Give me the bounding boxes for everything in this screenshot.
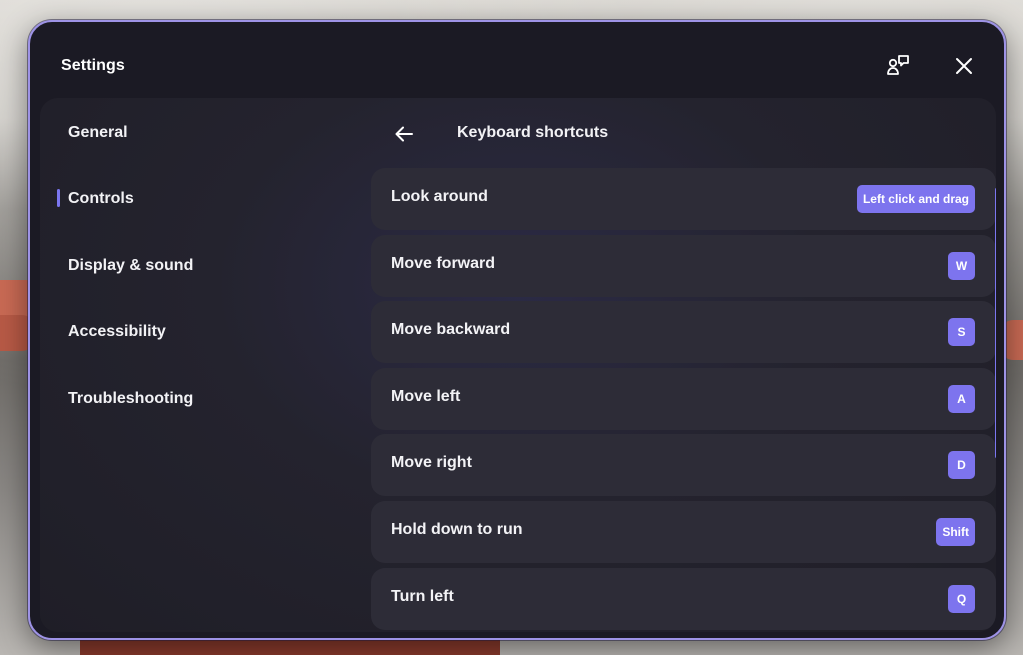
window-title: Settings	[61, 57, 125, 74]
sidebar-item-general[interactable]: General	[68, 121, 128, 145]
settings-window: Settings General Controls Display & soun…	[28, 20, 1006, 640]
scrollbar[interactable]	[995, 188, 996, 458]
shortcut-action: Hold down to run	[391, 521, 523, 538]
shortcut-row-run: Hold down to run Shift	[371, 501, 996, 563]
shortcut-action: Look around	[391, 188, 488, 205]
sidebar-item-accessibility[interactable]: Accessibility	[68, 320, 166, 344]
panel-title: Keyboard shortcuts	[457, 124, 609, 141]
shortcut-row-move-right: Move right D	[371, 434, 996, 496]
selected-indicator	[57, 189, 60, 207]
shortcut-key: Q	[948, 585, 975, 613]
panel-header: Keyboard shortcuts	[371, 116, 996, 152]
shortcut-action: Move backward	[391, 321, 511, 338]
feedback-icon	[887, 55, 909, 75]
close-button[interactable]	[948, 50, 980, 82]
shortcut-row-move-backward: Move backward S	[371, 301, 996, 363]
sidebar-item-troubleshooting[interactable]: Troubleshooting	[68, 387, 193, 411]
shortcut-key: D	[948, 451, 975, 479]
shortcut-key: A	[948, 385, 975, 413]
shortcut-row-turn-left: Turn left Q	[371, 568, 996, 630]
sidebar-item-display-sound[interactable]: Display & sound	[68, 254, 193, 278]
close-icon	[956, 58, 972, 74]
shortcut-key: Shift	[936, 518, 975, 546]
back-button[interactable]	[388, 118, 420, 150]
settings-sidebar: General Controls Display & sound Accessi…	[40, 98, 360, 632]
shortcut-key: W	[948, 252, 975, 280]
shortcut-action: Move left	[391, 388, 461, 405]
settings-content: General Controls Display & sound Accessi…	[40, 98, 996, 632]
shortcut-row-look-around: Look around Left click and drag	[371, 168, 996, 230]
keyboard-shortcuts-panel: Keyboard shortcuts Look around Left clic…	[371, 98, 996, 632]
shortcut-action: Turn left	[391, 588, 454, 605]
shortcut-key: Left click and drag	[856, 185, 975, 213]
shortcut-row-move-forward: Move forward W	[371, 235, 996, 297]
sidebar-item-controls[interactable]: Controls	[68, 187, 134, 211]
shortcut-action: Move right	[391, 454, 472, 471]
arrow-left-icon	[395, 126, 413, 142]
shortcut-row-move-left: Move left A	[371, 368, 996, 430]
shortcut-key: S	[948, 318, 975, 346]
shortcut-action: Move forward	[391, 255, 496, 272]
title-bar: Settings	[30, 22, 1004, 98]
feedback-button[interactable]	[882, 50, 914, 82]
